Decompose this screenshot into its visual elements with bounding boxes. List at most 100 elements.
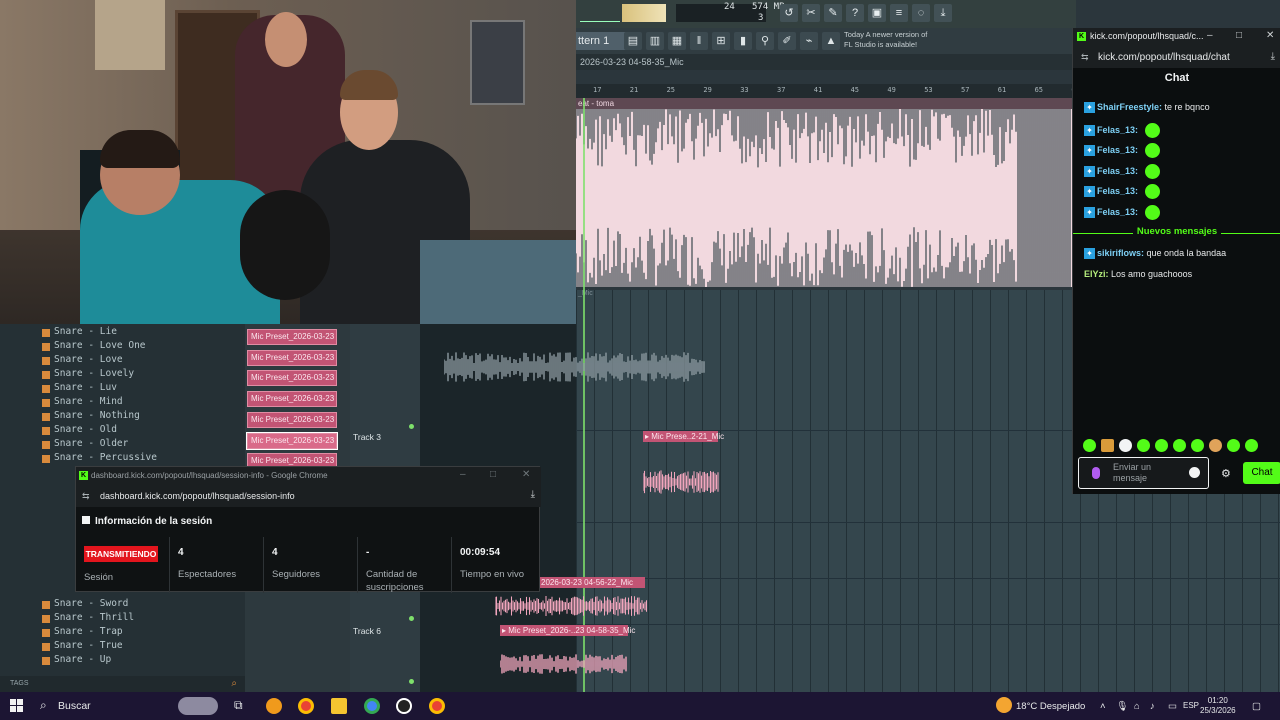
site-info-icon[interactable]: ⇆ xyxy=(82,491,90,502)
emote-icon[interactable] xyxy=(1155,439,1168,452)
chat-message[interactable]: ✦ Felas_13: xyxy=(1084,184,1160,200)
emote-icon[interactable] xyxy=(1227,439,1240,452)
emote-icon[interactable] xyxy=(1245,439,1258,452)
plug-icon[interactable]: ⚲ xyxy=(756,32,774,50)
chat-settings-gear-icon[interactable]: ⚙ xyxy=(1221,467,1231,480)
session-url-bar[interactable]: ⇆ dashboard.kick.com/popout/lhsquad/sess… xyxy=(76,485,541,507)
chat-username[interactable]: Felas_13: xyxy=(1097,166,1138,176)
emote-icon[interactable] xyxy=(1119,439,1132,452)
master-volume-slider[interactable] xyxy=(622,4,666,22)
emote-icon[interactable] xyxy=(1101,439,1114,452)
tools-icon[interactable]: ✎ xyxy=(824,4,842,22)
clip-mic-b[interactable]: 2026-03-23 04-56-22_Mic xyxy=(539,577,645,588)
minimize-icon[interactable]: – xyxy=(460,469,466,480)
chat-send-button[interactable]: Chat xyxy=(1243,462,1280,484)
browser-item[interactable]: Snare - Love One xyxy=(54,340,146,351)
chat-username[interactable]: ElYzi: xyxy=(1084,269,1109,279)
chrome-app-icon-2[interactable] xyxy=(429,698,445,714)
mic-preset-item[interactable]: Mic Preset_2026-03-23 0.. xyxy=(247,370,337,387)
chat-username[interactable]: Felas_13: xyxy=(1097,207,1138,217)
emote-icon[interactable] xyxy=(1209,439,1222,452)
link-icon[interactable]: ⌁ xyxy=(800,32,818,50)
file-explorer-icon[interactable] xyxy=(331,698,347,714)
chat-bubble-icon[interactable]: ◌ xyxy=(912,4,930,22)
taskbar-search[interactable]: Buscar xyxy=(58,700,91,712)
new-messages-label[interactable]: Nuevos mensajes xyxy=(1073,226,1280,240)
timeline-ruler[interactable]: 1721252933374145495357616569 xyxy=(576,84,1080,98)
weather-text[interactable]: 18°C Despejado xyxy=(1016,701,1085,712)
save-icon[interactable]: ▣ xyxy=(868,4,886,22)
chat-url-bar[interactable]: ⇆ kick.com/popout/lhsquad/chat ⤓ xyxy=(1073,46,1280,68)
chat-message[interactable]: ElYzi: Los amo guachooos xyxy=(1084,269,1192,279)
browser-icon[interactable]: ⊞ xyxy=(712,32,730,50)
browser-item[interactable]: Snare - Nothing xyxy=(54,410,140,421)
browser-item[interactable]: Snare - Luv xyxy=(54,382,117,393)
browser-item[interactable]: Snare - Up xyxy=(54,654,111,665)
close-icon[interactable]: ✕ xyxy=(522,469,530,480)
track-7-mute-dot[interactable] xyxy=(409,679,414,684)
mic-preset-item[interactable]: Mic Preset_2026-03-23 0.. xyxy=(247,329,337,345)
mic-waveform-4[interactable] xyxy=(500,654,628,674)
track-6-label[interactable]: Track 6 xyxy=(353,626,381,636)
track-3-mute-dot[interactable] xyxy=(409,424,414,429)
notifications-icon[interactable]: ▢ xyxy=(1252,701,1261,712)
plugin-icon[interactable]: ▮ xyxy=(734,32,752,50)
piano-roll-icon[interactable]: ▥ xyxy=(646,32,664,50)
mic-preset-item[interactable]: Mic Preset_2026-03-23 0.. xyxy=(246,431,338,450)
taskbar-clock[interactable]: 01:20 25/3/2026 xyxy=(1200,696,1236,716)
mic-preset-item[interactable]: Mic Preset_2026-03-23 0.. xyxy=(247,411,337,428)
chat-message[interactable]: ✦ Felas_13: xyxy=(1084,205,1160,220)
battery-icon[interactable]: ▭ xyxy=(1168,701,1177,712)
pattern-selector[interactable]: ttern 1 xyxy=(576,32,626,50)
search-highlight-icon[interactable] xyxy=(178,697,218,715)
download-icon[interactable]: ⤓ xyxy=(1271,51,1275,62)
browser-item[interactable]: Snare - Trap xyxy=(54,626,123,637)
download-icon[interactable]: ⤓ xyxy=(531,489,535,500)
mixer-view-icon[interactable]: ‖ xyxy=(690,32,708,50)
chat-message[interactable]: ✦ Felas_13: xyxy=(1084,122,1160,138)
site-info-icon[interactable]: ⇆ xyxy=(1081,52,1089,63)
browser-item[interactable]: Snare - Mind xyxy=(54,396,123,407)
undo-icon[interactable]: ↺ xyxy=(780,4,798,22)
microphone-icon[interactable] xyxy=(1092,467,1100,479)
task-view-icon[interactable]: ⧉ xyxy=(234,698,243,713)
maximize-icon[interactable]: □ xyxy=(1236,30,1242,41)
browser-item[interactable]: Snare - Love xyxy=(54,354,123,365)
fl-studio-app-icon[interactable] xyxy=(266,698,282,714)
close-icon[interactable]: ✕ xyxy=(1266,30,1274,41)
emote-icon[interactable] xyxy=(1191,439,1204,452)
mic-waveform-3[interactable] xyxy=(495,596,647,616)
browser-item[interactable]: Snare - Thrill xyxy=(54,612,134,623)
mic-waveform-2[interactable] xyxy=(643,470,719,494)
audio-clip-waveform[interactable] xyxy=(576,109,1072,287)
chat-message[interactable]: ✦ sikiriflows: que onda la bandaa xyxy=(1084,248,1226,260)
browser-item[interactable]: Snare - Lovely xyxy=(54,368,134,379)
emote-icon[interactable] xyxy=(1137,439,1150,452)
mixer-icon[interactable]: ≡ xyxy=(890,4,908,22)
browser-item[interactable]: Snare - Lie xyxy=(54,326,117,337)
browser-item[interactable]: Snare - True xyxy=(54,640,123,651)
help-icon[interactable]: ? xyxy=(846,4,864,22)
chat-username[interactable]: ShairFreestyle: xyxy=(1097,102,1162,112)
microphone-tray-icon[interactable]: 🎙 xyxy=(1116,701,1128,712)
news-panel[interactable]: Today A newer version of FL Studio is av… xyxy=(844,30,927,50)
mic-preset-item[interactable]: Mic Preset_2026-03-23 0.. xyxy=(247,391,337,408)
mic-preset-item[interactable]: Mic Preset_2026-03-23 0.. xyxy=(247,349,337,366)
clip-mic-c[interactable]: ▸ Mic Preset_2026-..23 04-58-35_Mic xyxy=(500,625,635,636)
volume-icon[interactable]: ♪ xyxy=(1150,701,1155,712)
emote-icon[interactable] xyxy=(1083,439,1096,452)
obs-app-icon[interactable] xyxy=(396,698,412,714)
session-window-titlebar[interactable]: K dashboard.kick.com/popout/lhsquad/sess… xyxy=(76,467,541,485)
download-icon[interactable]: ⤓ xyxy=(934,4,952,22)
clip-mic-preset-a[interactable]: ▸ Mic Prese..2-21_Mic xyxy=(643,431,724,442)
clip-header-big[interactable]: eat - toma xyxy=(576,98,1072,109)
brush-icon[interactable]: ✐ xyxy=(778,32,796,50)
emoji-picker-icon[interactable] xyxy=(1189,467,1200,478)
chat-username[interactable]: Felas_13: xyxy=(1097,124,1138,134)
channel-rack-icon[interactable]: ▦ xyxy=(668,32,686,50)
mic-waveform-1[interactable] xyxy=(444,352,706,382)
windows-start-icon[interactable] xyxy=(10,699,23,712)
track-6-mute-dot[interactable] xyxy=(409,616,414,621)
chat-message[interactable]: ✦ ShairFreestyle: te re bqnco xyxy=(1084,102,1210,114)
browser-item[interactable]: Snare - Older xyxy=(54,438,128,449)
